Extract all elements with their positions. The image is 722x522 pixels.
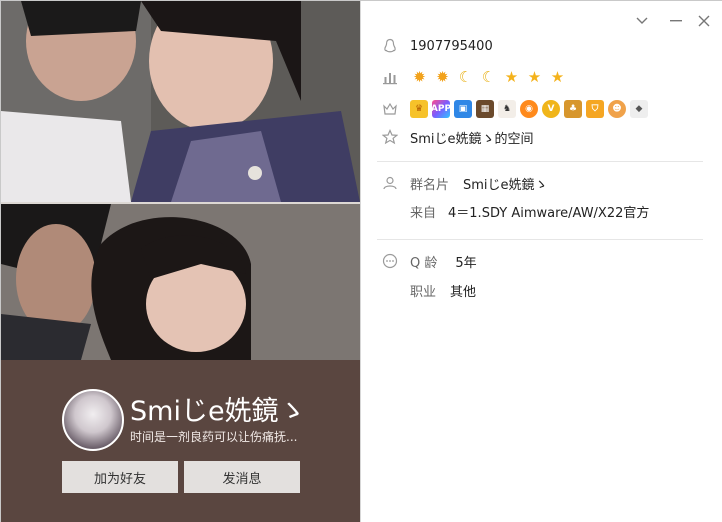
minimize-button[interactable] xyxy=(668,13,684,29)
from-value: 4＝1.SDY Aimware/AW/X22官方 xyxy=(448,205,650,221)
game2-badge-icon[interactable]: ♣ xyxy=(564,100,582,118)
group-card-row: 群名片 Smiじe姺鏡ゝ xyxy=(381,172,548,194)
qzone-row[interactable]: Smiじe姺鏡ゝ的空间 xyxy=(381,126,534,148)
more-icon xyxy=(381,252,399,270)
close-button[interactable] xyxy=(696,13,712,29)
star-icon: ★ xyxy=(527,68,542,86)
moon-icon: ☾ xyxy=(481,68,496,86)
from-row: 来自 4＝1.SDY Aimware/AW/X22官方 xyxy=(381,200,649,222)
music-badge-icon[interactable]: ◉ xyxy=(520,100,538,118)
cover-photo-top xyxy=(1,1,360,202)
qq-number: 1907795400 xyxy=(410,38,493,54)
divider xyxy=(377,239,703,240)
star-icon: ★ xyxy=(550,68,565,86)
crown-outline-icon xyxy=(381,100,399,118)
badge-icons[interactable]: ♛ APP ▣ ▦ ♞ ◉ V ♣ ⛉ ☻ ◆ xyxy=(410,100,648,118)
qzone-link[interactable]: Smiじe姺鏡ゝ的空间 xyxy=(410,128,534,147)
crown-badge-icon[interactable]: ♛ xyxy=(410,100,428,118)
job-label: 职业 xyxy=(410,284,437,300)
profile-window: Smiじe姺鏡ゝ 时间是一剂良药可以让伤痛抚... 加为好友 发消息 19077… xyxy=(0,0,722,522)
star-icon: ★ xyxy=(504,68,519,86)
avatar[interactable] xyxy=(62,389,124,451)
diamond-badge-icon[interactable]: ◆ xyxy=(630,100,648,118)
monkey-badge-icon[interactable]: ☻ xyxy=(608,100,626,118)
from-label: 来自 xyxy=(410,205,437,221)
q-age-row: Q 龄 5年 xyxy=(381,250,477,272)
moon-icon: ☾ xyxy=(458,68,473,86)
cover-photo-bottom xyxy=(1,204,360,360)
photo-badge-icon[interactable]: ▣ xyxy=(454,100,472,118)
q-age-label: Q 龄 xyxy=(410,255,438,271)
level-icons[interactable]: ✹ ✹ ☾ ☾ ★ ★ ★ xyxy=(410,68,567,87)
group-card-value: Smiじe姺鏡ゝ xyxy=(463,177,548,193)
level-chart-icon xyxy=(381,68,399,86)
divider xyxy=(377,161,703,162)
game-badge-icon[interactable]: ▦ xyxy=(476,100,494,118)
group-card-label: 群名片 xyxy=(410,177,450,193)
sun-icon: ✹ xyxy=(413,68,426,86)
star-outline-icon xyxy=(381,128,399,146)
pet-badge-icon[interactable]: ♞ xyxy=(498,100,516,118)
vip-badge-icon[interactable]: V xyxy=(542,100,560,118)
add-friend-button[interactable]: 加为好友 xyxy=(62,461,178,493)
contact-card-icon xyxy=(381,174,399,192)
badges-row: ♛ APP ▣ ▦ ♞ ◉ V ♣ ⛉ ☻ ◆ xyxy=(381,98,648,120)
penguin-icon xyxy=(381,37,399,55)
job-row: 职业 其他 xyxy=(381,279,476,301)
job-value: 其他 xyxy=(450,284,477,300)
app-badge-icon[interactable]: APP xyxy=(431,100,451,118)
sun-icon: ✹ xyxy=(436,68,449,86)
level-row: ✹ ✹ ☾ ☾ ★ ★ ★ xyxy=(381,66,567,88)
qq-number-row: 1907795400 xyxy=(381,35,493,57)
profile-signature[interactable]: 时间是一剂良药可以让伤痛抚... xyxy=(130,428,297,445)
q-age-value: 5年 xyxy=(455,255,477,271)
profile-nickname: Smiじe姺鏡ゝ xyxy=(130,396,306,427)
chevron-down-icon[interactable] xyxy=(634,13,650,29)
shield-badge-icon[interactable]: ⛉ xyxy=(586,100,604,118)
send-message-button[interactable]: 发消息 xyxy=(184,461,300,493)
